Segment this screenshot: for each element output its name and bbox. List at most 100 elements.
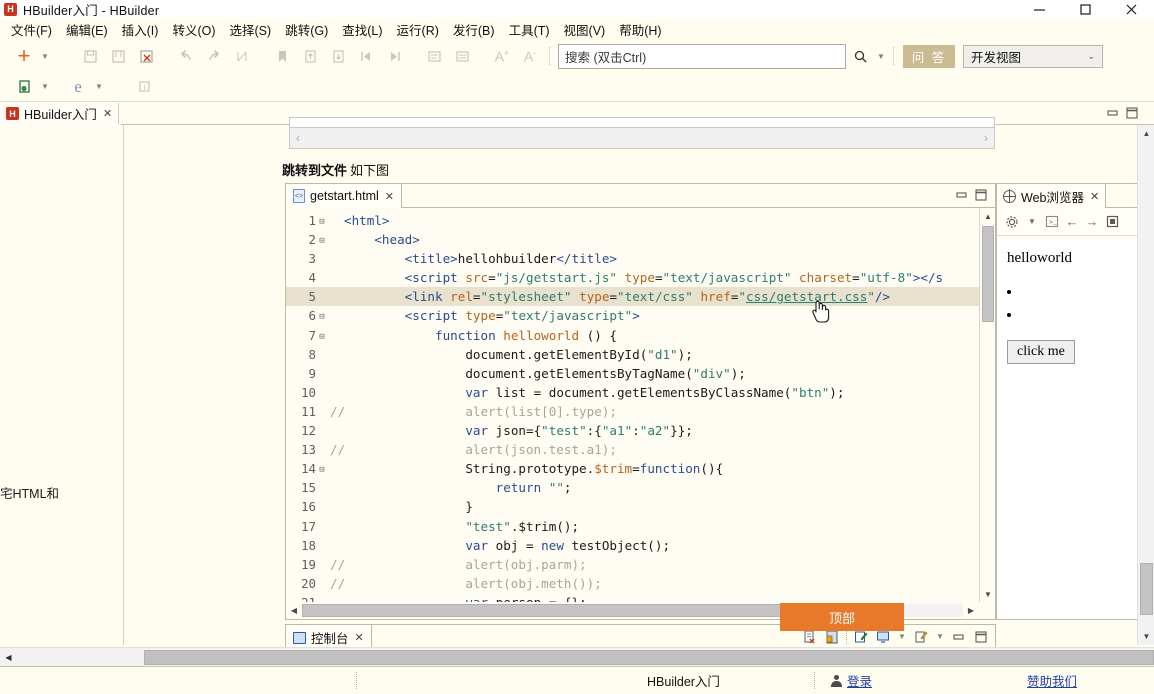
search-dropdown-icon[interactable]: ▼ <box>874 43 888 69</box>
menu-find[interactable]: 查找(L) <box>335 18 389 41</box>
tab-getstart-html[interactable]: <> getstart.html ✕ <box>286 184 402 208</box>
scroll-right-icon[interactable]: ▶ <box>963 603 979 619</box>
save-close-icon[interactable] <box>132 43 160 69</box>
font-increase-icon[interactable]: A+ <box>488 43 516 69</box>
prev-edit-icon[interactable] <box>352 43 380 69</box>
dropdown2-icon[interactable]: ▼ <box>935 630 945 644</box>
back-arrow-icon[interactable]: ← <box>1062 211 1082 233</box>
new-file-button[interactable]: + <box>10 43 38 69</box>
code-line: 16 } <box>286 497 995 516</box>
run-dropdown-icon[interactable]: ▼ <box>38 74 52 100</box>
close-icon[interactable]: ✕ <box>103 107 112 120</box>
browser-icon[interactable]: e <box>64 74 92 100</box>
chevron-down-icon: ⌄ <box>1087 50 1095 61</box>
login-link[interactable]: 登录 <box>847 671 872 690</box>
save-icon[interactable] <box>76 43 104 69</box>
maximize-icon[interactable] <box>1062 0 1108 18</box>
outdent-icon[interactable] <box>296 43 324 69</box>
scroll-left-icon[interactable]: ◀ <box>0 649 17 666</box>
next-edit-icon[interactable] <box>380 43 408 69</box>
search-icon[interactable] <box>846 43 874 69</box>
scroll-up-icon[interactable]: ▲ <box>1138 125 1154 142</box>
view-mode-select[interactable]: 开发视图 ⌄ <box>963 44 1103 68</box>
page-vertical-scrollbar[interactable]: ▲ ▼ <box>1137 125 1154 645</box>
sponsor-link[interactable]: 赞助我们 <box>1027 671 1077 690</box>
maximize-icon[interactable] <box>1126 107 1138 122</box>
minimize-icon[interactable] <box>951 628 967 645</box>
code-text-area[interactable]: 1 ⊟ <html> 2 ⊟ <head> 3 <title>hellohbuilder<… <box>286 208 995 619</box>
minimize-icon[interactable] <box>956 189 968 204</box>
indent-icon[interactable] <box>324 43 352 69</box>
click-me-button[interactable]: click me <box>1007 340 1075 364</box>
page-horizontal-scrollbar[interactable]: ◀ <box>0 647 1154 666</box>
minimize-icon[interactable] <box>1107 107 1119 122</box>
ask-button[interactable]: 问 答 <box>903 44 955 68</box>
heading-sub-text: 如下图 <box>350 163 390 178</box>
browser-dropdown-icon[interactable]: ▼ <box>92 74 106 100</box>
uncomment-icon[interactable] <box>448 43 476 69</box>
forward-arrow-icon[interactable]: → <box>1082 211 1102 233</box>
close-icon[interactable]: ✕ <box>1090 190 1099 203</box>
code-vertical-scrollbar[interactable]: ▲ ▼ <box>979 208 995 602</box>
bookmark-icon[interactable] <box>268 43 296 69</box>
scroll-down-icon[interactable]: ▼ <box>980 586 996 602</box>
close-icon[interactable]: ✕ <box>355 631 364 644</box>
tab-hbuilder-intro[interactable]: H HBuilder入门 ✕ <box>0 103 120 125</box>
maximize-icon[interactable] <box>973 628 989 645</box>
dropdown-icon[interactable]: ▼ <box>897 630 907 644</box>
gear-icon[interactable] <box>1002 211 1022 233</box>
code-line: 6 ⊟ <script type="text/javascript"> <box>286 306 995 325</box>
hscroll-track[interactable] <box>17 649 1154 665</box>
save-all-icon[interactable] <box>104 43 132 69</box>
menu-insert[interactable]: 插入(I) <box>115 18 166 41</box>
scroll-up-icon[interactable]: ▲ <box>980 208 996 224</box>
scrollbar-thumb[interactable] <box>982 226 994 322</box>
line-number: 5 <box>308 289 316 305</box>
menu-publish[interactable]: 发行(B) <box>446 18 502 41</box>
console-icon[interactable]: >_ <box>1042 211 1062 233</box>
close-icon[interactable]: ✕ <box>385 190 394 203</box>
doc-horizontal-scrollbar[interactable]: ‹ › <box>289 127 995 149</box>
console-icon <box>293 631 306 644</box>
scroll-left-icon[interactable]: ◀ <box>286 603 302 619</box>
menu-select[interactable]: 选择(S) <box>223 18 279 41</box>
menu-view[interactable]: 视图(V) <box>557 18 613 41</box>
menu-help[interactable]: 帮助(H) <box>612 18 668 41</box>
search-input[interactable]: 搜索 (双击Ctrl) <box>558 43 846 69</box>
scrollbar-thumb[interactable] <box>144 649 1154 665</box>
window-controls <box>1016 0 1154 18</box>
redo-icon[interactable] <box>200 43 228 69</box>
new-console-icon[interactable] <box>913 628 929 645</box>
scrollbar-thumb[interactable] <box>1140 563 1153 615</box>
new-file-dropdown-icon[interactable]: ▼ <box>38 43 52 69</box>
menu-escape[interactable]: 转义(O) <box>165 18 222 41</box>
maximize-icon[interactable] <box>975 189 987 204</box>
heading-bold-text: 跳转到文件 <box>282 163 348 178</box>
info-icon[interactable]: i <box>130 74 158 100</box>
minimize-icon[interactable] <box>1016 0 1062 18</box>
stop-icon[interactable] <box>1102 211 1122 233</box>
menu-run[interactable]: 运行(R) <box>390 18 446 41</box>
chevron-down-icon[interactable]: ▼ <box>1022 211 1042 233</box>
line-number: 2 <box>308 232 316 248</box>
run-icon[interactable] <box>10 74 38 100</box>
format-code-icon[interactable] <box>228 43 256 69</box>
menu-file[interactable]: 文件(F) <box>4 18 59 41</box>
scrollbar-thumb[interactable] <box>302 604 785 617</box>
scroll-to-top-button[interactable]: 顶部 <box>780 603 904 631</box>
scroll-left-icon[interactable]: ‹ <box>296 131 300 145</box>
code-line: 15 return ""; <box>286 478 995 497</box>
undo-icon[interactable] <box>172 43 200 69</box>
code-lines: 1 ⊟ <html> 2 ⊟ <head> 3 <title>hellohbuilder<… <box>286 211 995 612</box>
comment-icon[interactable] <box>420 43 448 69</box>
scroll-down-icon[interactable]: ▼ <box>1138 628 1154 645</box>
scroll-right-icon[interactable]: › <box>984 131 988 145</box>
globe-icon <box>1002 189 1016 203</box>
close-icon[interactable] <box>1108 0 1154 18</box>
comment-marker: // <box>330 575 346 591</box>
menu-goto[interactable]: 跳转(G) <box>278 18 335 41</box>
font-decrease-icon[interactable]: A- <box>516 43 544 69</box>
tab-web-browser[interactable]: Web浏览器 ✕ <box>997 184 1107 208</box>
menu-edit[interactable]: 编辑(E) <box>59 18 115 41</box>
menu-tools[interactable]: 工具(T) <box>502 18 557 41</box>
